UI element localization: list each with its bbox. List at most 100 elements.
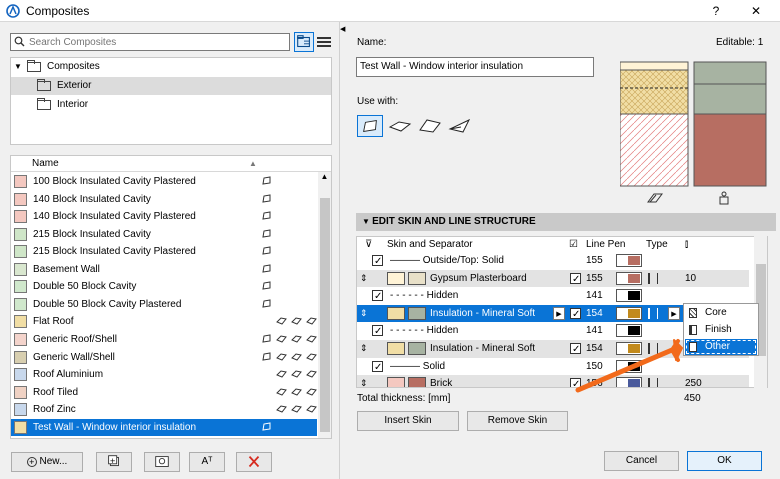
type-option-finish[interactable]: Finish [685,322,757,338]
pen-color [628,326,640,336]
composite-swatch [14,403,27,417]
pen-color [628,273,640,283]
skin-thickness[interactable]: 10 [685,270,696,287]
list-item[interactable]: 215 Block Insulated Cavity [11,226,317,244]
drag-handle-icon[interactable]: ⇕ [360,305,368,322]
finish-icon [689,325,697,335]
help-button[interactable]: ? [706,2,726,20]
skin-type-icon[interactable] [648,272,658,284]
skin-checkbox[interactable] [570,271,581,288]
list-item[interactable]: 215 Block Insulated Cavity Plastered [11,243,317,261]
skin-dropdown-icon[interactable]: ▶ [553,306,565,320]
pen-number: 155 [586,272,603,284]
list-item[interactable]: Test Wall - Window interior insulation [11,418,317,437]
use-with-roof-icon[interactable] [417,115,443,137]
use-with-small-icon [262,422,271,431]
skin-surface-swatch[interactable] [408,271,426,285]
list-item[interactable]: Double 50 Block Cavity Plastered [11,296,317,314]
use-with-small-icon [291,370,302,378]
pen-swatch[interactable] [616,271,642,285]
list-item[interactable]: 140 Block Insulated Cavity [11,191,317,209]
new-button[interactable]: + New... [11,452,83,472]
separator-checkbox[interactable] [372,253,383,270]
remove-skin-button[interactable]: Remove Skin [467,411,568,431]
import-button[interactable] [144,452,180,472]
collapse-pane-icon[interactable]: ◀ [340,25,345,33]
composite-swatch [14,227,27,241]
skin-section-header[interactable]: ▼ EDIT SKIN AND LINE STRUCTURE [356,213,776,231]
type-dropdown-icon[interactable]: ▶ [668,306,680,320]
scroll-thumb[interactable] [320,198,330,432]
composite-preview: → [620,61,767,187]
tree-root[interactable]: ▼ Composites [11,58,331,76]
list-item[interactable]: 100 Block Insulated Cavity Plastered [11,173,317,191]
separator-checkbox[interactable] [372,359,383,376]
type-option-other[interactable]: Other [685,339,757,355]
ok-button[interactable]: OK [687,451,762,471]
skin-fill-swatch[interactable] [387,377,405,387]
use-with-small-icon [276,370,287,378]
scroll-up-icon[interactable]: ▲ [318,172,331,181]
skin-fill-swatch[interactable] [387,306,405,320]
list-header[interactable]: Name ▲ [11,156,331,172]
pen-number: 141 [586,290,603,302]
use-with-slab-icon[interactable] [387,115,413,137]
drag-handle-icon[interactable]: ⇕ [360,340,368,357]
rename-button[interactable]: Aᵀ [189,452,225,472]
delete-icon[interactable] [236,452,272,472]
separator-row[interactable]: ——— Outside/Top: Solid 155 [357,252,749,270]
drag-handle-icon[interactable]: ⇕ [360,270,368,287]
insert-skin-button[interactable]: Insert Skin [357,411,459,431]
pen-swatch[interactable] [616,254,642,267]
composite-name-input[interactable]: Test Wall - Window interior insulation [356,57,594,77]
drag-handle-icon[interactable]: ⇕ [360,375,368,387]
use-with-small-icon [306,405,317,413]
section-view-icon[interactable] [647,192,663,204]
skin-checkbox[interactable] [570,306,581,323]
list-item[interactable]: Roof Zinc [11,401,317,419]
separator-checkbox[interactable] [372,288,383,305]
search-box[interactable] [10,33,290,51]
list-item[interactable]: Double 50 Block Cavity [11,278,317,296]
list-item[interactable]: Roof Aluminium [11,366,317,384]
skin-fill-swatch[interactable] [387,342,405,355]
search-input[interactable] [29,35,284,49]
list-item-label: Flat Roof [33,316,74,328]
composite-swatch [14,297,27,311]
section-title: EDIT SKIN AND LINE STRUCTURE [372,216,536,227]
skin-fill-swatch[interactable] [387,271,405,285]
list-item[interactable]: 140 Block Insulated Cavity Plastered [11,208,317,226]
skin-type-icon[interactable] [648,307,658,319]
pen-swatch[interactable] [616,289,642,303]
use-with-small-icon [276,388,287,396]
list-item[interactable]: Generic Roof/Shell [11,331,317,349]
skin-surface-swatch[interactable] [408,342,426,355]
skin-surface-swatch[interactable] [408,306,426,320]
elevation-view-icon[interactable] [718,191,730,205]
tree-item-exterior[interactable]: Exterior [11,77,331,95]
type-option-label: Other [705,341,731,352]
skin-surface-swatch[interactable] [408,377,426,387]
list-view-icon[interactable] [314,32,334,52]
folder-view-icon[interactable] [294,32,314,52]
pen-swatch[interactable] [616,306,642,320]
skin-label: Brick [430,378,453,388]
list-item[interactable]: Roof Tiled [11,384,317,402]
list-item[interactable]: Basement Wall [11,261,317,279]
duplicate-button[interactable]: + [96,452,132,472]
skin-row[interactable]: ⇕ Gypsum Plasterboard 155 10 [357,269,749,288]
cancel-button[interactable]: Cancel [604,451,679,471]
close-button[interactable]: ✕ [746,2,766,20]
list-item[interactable]: Flat Roof [11,313,317,331]
type-option-core[interactable]: Core [685,305,757,321]
use-with-wall-icon[interactable] [357,115,383,137]
list-scrollbar[interactable]: ▲ [318,172,331,438]
tree-item-interior[interactable]: Interior [11,96,331,114]
separator-checkbox[interactable] [372,323,383,340]
name-column-header[interactable]: Name [32,156,59,172]
pane-divider[interactable] [339,22,340,479]
pen-number: 154 [586,307,603,319]
list-item[interactable]: Generic Wall/Shell [11,349,317,367]
collapse-arrow-icon[interactable]: ▼ [14,58,22,76]
use-with-shell-icon[interactable] [447,115,473,137]
